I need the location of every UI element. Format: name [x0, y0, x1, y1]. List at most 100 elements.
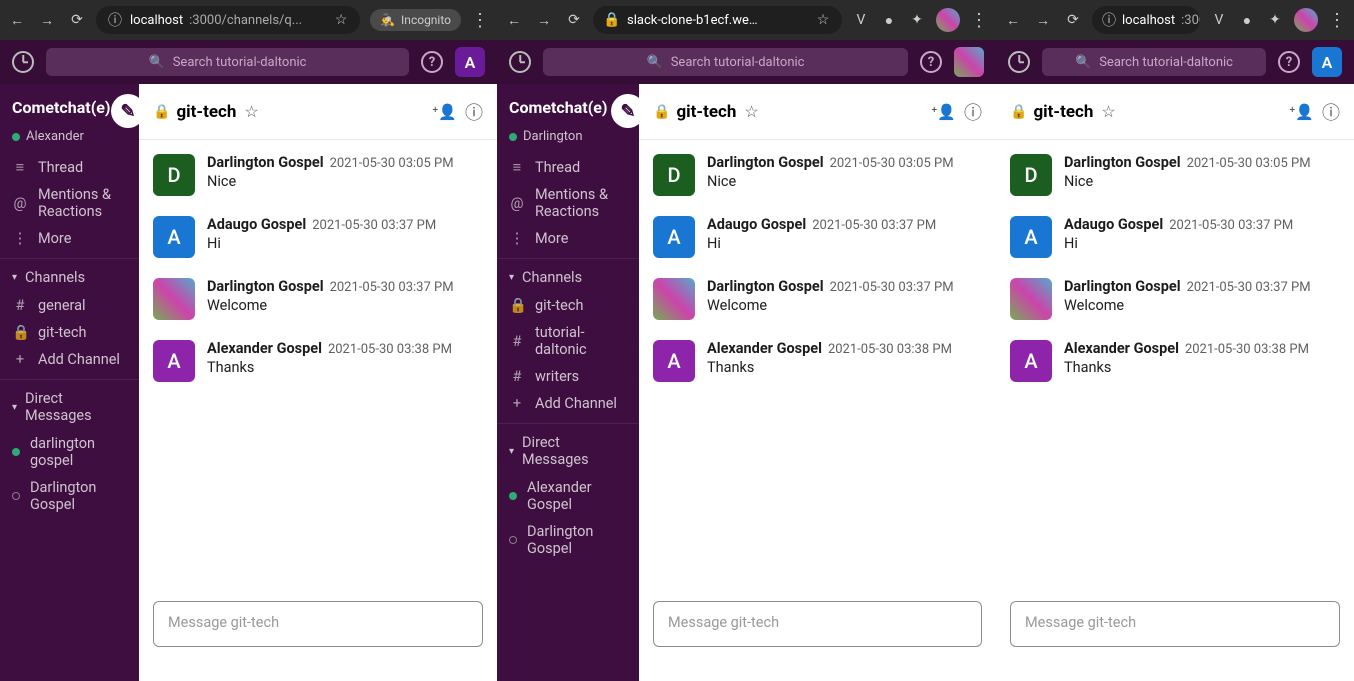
sidebar-channel[interactable]: +Add Channel	[497, 390, 639, 417]
bookmark-star-icon[interactable]: ☆	[814, 11, 832, 29]
sidebar-item[interactable]: @Mentions & Reactions	[497, 181, 639, 225]
message-avatar[interactable]: A	[153, 340, 195, 382]
sidebar-channel[interactable]: 🔒git-tech	[497, 292, 639, 319]
global-search[interactable]: 🔍Search tutorial-daltonic	[46, 48, 409, 76]
address-bar[interactable]: ⓘlocalhost:3000/chann...☆	[1092, 6, 1200, 34]
info-icon[interactable]: ⓘ	[1322, 99, 1340, 125]
message-row[interactable]: DDarlington Gospel2021-05-30 03:05 PMNic…	[1010, 144, 1340, 206]
info-icon[interactable]: ⓘ	[964, 99, 982, 125]
sidebar-dm[interactable]: Darlington Gospel	[0, 474, 139, 518]
history-icon[interactable]	[509, 51, 531, 73]
global-search[interactable]: 🔍Search tutorial-daltonic	[543, 48, 908, 76]
site-info-icon[interactable]: ⓘ	[106, 11, 124, 29]
current-user-avatar[interactable]: A	[455, 47, 485, 77]
bookmark-star-icon[interactable]: ☆	[332, 11, 350, 29]
message-avatar[interactable]	[653, 278, 695, 320]
help-button[interactable]: ?	[421, 51, 443, 73]
address-bar[interactable]: 🔒slack-clone-b1ecf.we…☆	[593, 6, 842, 34]
message-row[interactable]: Darlington Gospel2021-05-30 03:37 PMWelc…	[1010, 268, 1340, 330]
message-composer[interactable]: Message git-tech	[653, 601, 982, 647]
history-icon[interactable]	[12, 51, 34, 73]
extension-icon[interactable]: ✦	[1266, 11, 1284, 29]
channel-title[interactable]: 🔒git-tech	[153, 102, 236, 122]
message-row[interactable]: DDarlington Gospel2021-05-30 03:05 PMNic…	[653, 144, 982, 206]
history-icon[interactable]	[1008, 51, 1030, 73]
star-icon[interactable]: ☆	[244, 102, 258, 121]
message-avatar[interactable]: D	[1010, 154, 1052, 196]
sidebar-dm[interactable]: Alexander Gospel	[497, 474, 639, 518]
forward-button[interactable]: →	[535, 11, 553, 29]
help-button[interactable]: ?	[920, 51, 942, 73]
message-composer[interactable]: Message git-tech	[153, 601, 483, 647]
message-avatar[interactable]: A	[653, 340, 695, 382]
current-user-avatar[interactable]: A	[1312, 47, 1342, 77]
message-avatar[interactable]: A	[1010, 216, 1052, 258]
star-icon[interactable]: ☆	[744, 102, 758, 121]
back-button[interactable]: ←	[1004, 11, 1022, 29]
compose-button[interactable]: ✎	[111, 94, 139, 128]
sidebar-channel[interactable]: #general	[0, 292, 139, 319]
dm-section-header[interactable]: ▾Direct Messages	[0, 379, 139, 430]
browser-menu-button[interactable]: ⋮	[970, 11, 988, 29]
reload-button[interactable]: ⟳	[68, 11, 86, 29]
reload-button[interactable]: ⟳	[565, 11, 583, 29]
message-avatar[interactable]	[1010, 278, 1052, 320]
global-search[interactable]: 🔍Search tutorial-daltonic	[1042, 48, 1266, 76]
browser-menu-button[interactable]: ⋮	[471, 11, 489, 29]
profile-avatar-icon[interactable]	[1294, 8, 1318, 32]
sidebar-channel[interactable]: 🔒git-tech	[0, 319, 139, 346]
help-button[interactable]: ?	[1278, 51, 1300, 73]
current-user-avatar[interactable]	[954, 47, 984, 77]
message-row[interactable]: AAlexander Gospel2021-05-30 03:38 PMThan…	[153, 330, 483, 392]
message-row[interactable]: AAdaugo Gospel2021-05-30 03:37 PMHi	[1010, 206, 1340, 268]
extension-icon[interactable]: ●	[1238, 11, 1256, 29]
message-row[interactable]: DDarlington Gospel2021-05-30 03:05 PMNic…	[153, 144, 483, 206]
message-row[interactable]: AAlexander Gospel2021-05-30 03:38 PMThan…	[1010, 330, 1340, 392]
sidebar-channel[interactable]: +Add Channel	[0, 346, 139, 373]
add-people-icon[interactable]: ⁺👤	[1289, 103, 1314, 121]
message-row[interactable]: AAdaugo Gospel2021-05-30 03:37 PMHi	[153, 206, 483, 268]
sidebar-channel[interactable]: #tutorial-daltonic	[497, 319, 639, 363]
message-row[interactable]: AAdaugo Gospel2021-05-30 03:37 PMHi	[653, 206, 982, 268]
sidebar-item[interactable]: ≡Thread	[0, 154, 139, 181]
sidebar-channel[interactable]: #writers	[497, 363, 639, 390]
back-button[interactable]: ←	[8, 11, 26, 29]
message-avatar[interactable]: A	[153, 216, 195, 258]
channel-title[interactable]: 🔒git-tech	[1010, 102, 1093, 122]
site-info-icon[interactable]: ⓘ	[1102, 11, 1116, 29]
sidebar-item[interactable]: @Mentions & Reactions	[0, 181, 139, 225]
message-avatar[interactable]: D	[153, 154, 195, 196]
message-row[interactable]: Darlington Gospel2021-05-30 03:37 PMWelc…	[653, 268, 982, 330]
channels-section-header[interactable]: ▾Channels	[0, 258, 139, 292]
profile-avatar-icon[interactable]	[936, 8, 960, 32]
sidebar-dm[interactable]: darlington gospel	[0, 430, 139, 474]
message-row[interactable]: Darlington Gospel2021-05-30 03:37 PMWelc…	[153, 268, 483, 330]
workspace-name[interactable]: Cometchat(e)✎	[497, 84, 639, 129]
site-info-icon[interactable]: 🔒	[603, 11, 621, 29]
extension-icon[interactable]: V	[1210, 11, 1228, 29]
extension-icon[interactable]: ✦	[908, 11, 926, 29]
browser-menu-button[interactable]: ⋮	[1328, 11, 1346, 29]
channel-title[interactable]: 🔒git-tech	[653, 102, 736, 122]
message-composer[interactable]: Message git-tech	[1010, 601, 1340, 647]
message-avatar[interactable]: A	[653, 216, 695, 258]
sidebar-item[interactable]: ⋮More	[0, 225, 139, 252]
reload-button[interactable]: ⟳	[1064, 11, 1082, 29]
message-avatar[interactable]	[153, 278, 195, 320]
add-people-icon[interactable]: ⁺👤	[432, 103, 457, 121]
address-bar[interactable]: ⓘlocalhost:3000/channels/q...☆	[96, 6, 360, 34]
back-button[interactable]: ←	[505, 11, 523, 29]
info-icon[interactable]: ⓘ	[465, 99, 483, 125]
forward-button[interactable]: →	[1034, 11, 1052, 29]
workspace-name[interactable]: Cometchat(e)✎	[0, 84, 139, 129]
forward-button[interactable]: →	[38, 11, 56, 29]
sidebar-item[interactable]: ≡Thread	[497, 154, 639, 181]
extension-icon[interactable]: V	[852, 11, 870, 29]
star-icon[interactable]: ☆	[1101, 102, 1115, 121]
extension-icon[interactable]: ●	[880, 11, 898, 29]
message-avatar[interactable]: D	[653, 154, 695, 196]
message-row[interactable]: AAlexander Gospel2021-05-30 03:38 PMThan…	[653, 330, 982, 392]
sidebar-dm[interactable]: Darlington Gospel	[497, 518, 639, 562]
sidebar-item[interactable]: ⋮More	[497, 225, 639, 252]
add-people-icon[interactable]: ⁺👤	[931, 103, 956, 121]
